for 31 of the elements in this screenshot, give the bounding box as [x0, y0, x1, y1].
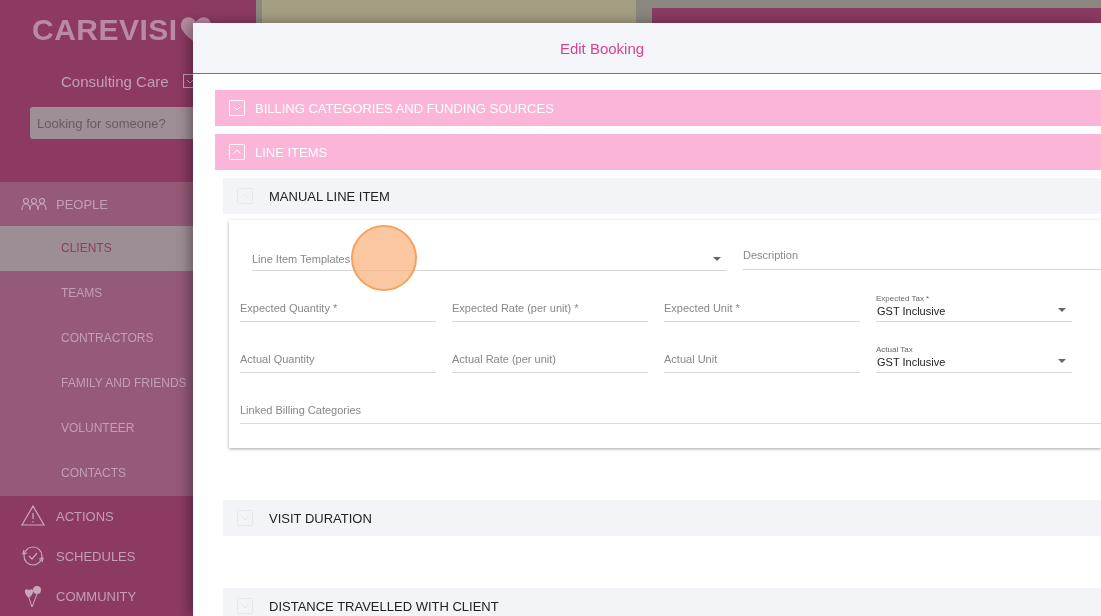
- field-label: Actual Tax: [876, 345, 914, 356]
- input-field[interactable]: Actual Quantity: [240, 346, 436, 373]
- subsection-header[interactable]: DISTANCE TRAVELLED WITH CLIENT: [223, 588, 1101, 616]
- subsection-header[interactable]: VISIT DURATION: [223, 500, 1101, 536]
- nav-item[interactable]: SCHEDULES: [0, 536, 256, 576]
- input-field[interactable]: Actual Rate (per unit): [452, 346, 648, 373]
- chevron-up-icon: [229, 144, 245, 160]
- input-field[interactable]: Expected Unit *: [664, 295, 860, 322]
- logo-text: CAREVISI: [32, 13, 178, 47]
- warning-icon: [21, 504, 47, 528]
- input-field[interactable]: Linked Billing Categories: [240, 397, 1101, 424]
- dropdown-icon: [713, 257, 721, 261]
- select-field[interactable]: Expected Tax * GST Inclusive: [876, 284, 1072, 322]
- dropdown-icon: [1058, 308, 1066, 312]
- people-icon: [21, 197, 47, 211]
- field-label: Expected Tax *: [876, 294, 931, 305]
- section-header[interactable]: LINE ITEMS: [215, 134, 1101, 170]
- field-value: GST Inclusive: [876, 356, 947, 370]
- dialog-title: Edit Booking: [559, 39, 645, 57]
- input-field[interactable]: Expected Rate (per unit) *: [452, 295, 648, 322]
- select-field[interactable]: Actual Tax GST Inclusive: [876, 335, 1072, 373]
- clock-icon: [21, 544, 47, 568]
- section-header[interactable]: BILLING CATEGORIES AND FUNDING SOURCES: [215, 90, 1101, 126]
- field-value: GST Inclusive: [876, 305, 947, 319]
- subsection-header[interactable]: MANUAL LINE ITEM: [223, 178, 1101, 214]
- dropdown-icon: [1058, 359, 1066, 363]
- input-field[interactable]: Expected Quantity *: [240, 295, 436, 322]
- chevron-down-icon: [229, 100, 245, 116]
- input-field[interactable]: Actual Unit: [664, 346, 860, 373]
- organisation-name: Consulting Care: [61, 72, 169, 90]
- input-field[interactable]: Description: [743, 240, 1101, 270]
